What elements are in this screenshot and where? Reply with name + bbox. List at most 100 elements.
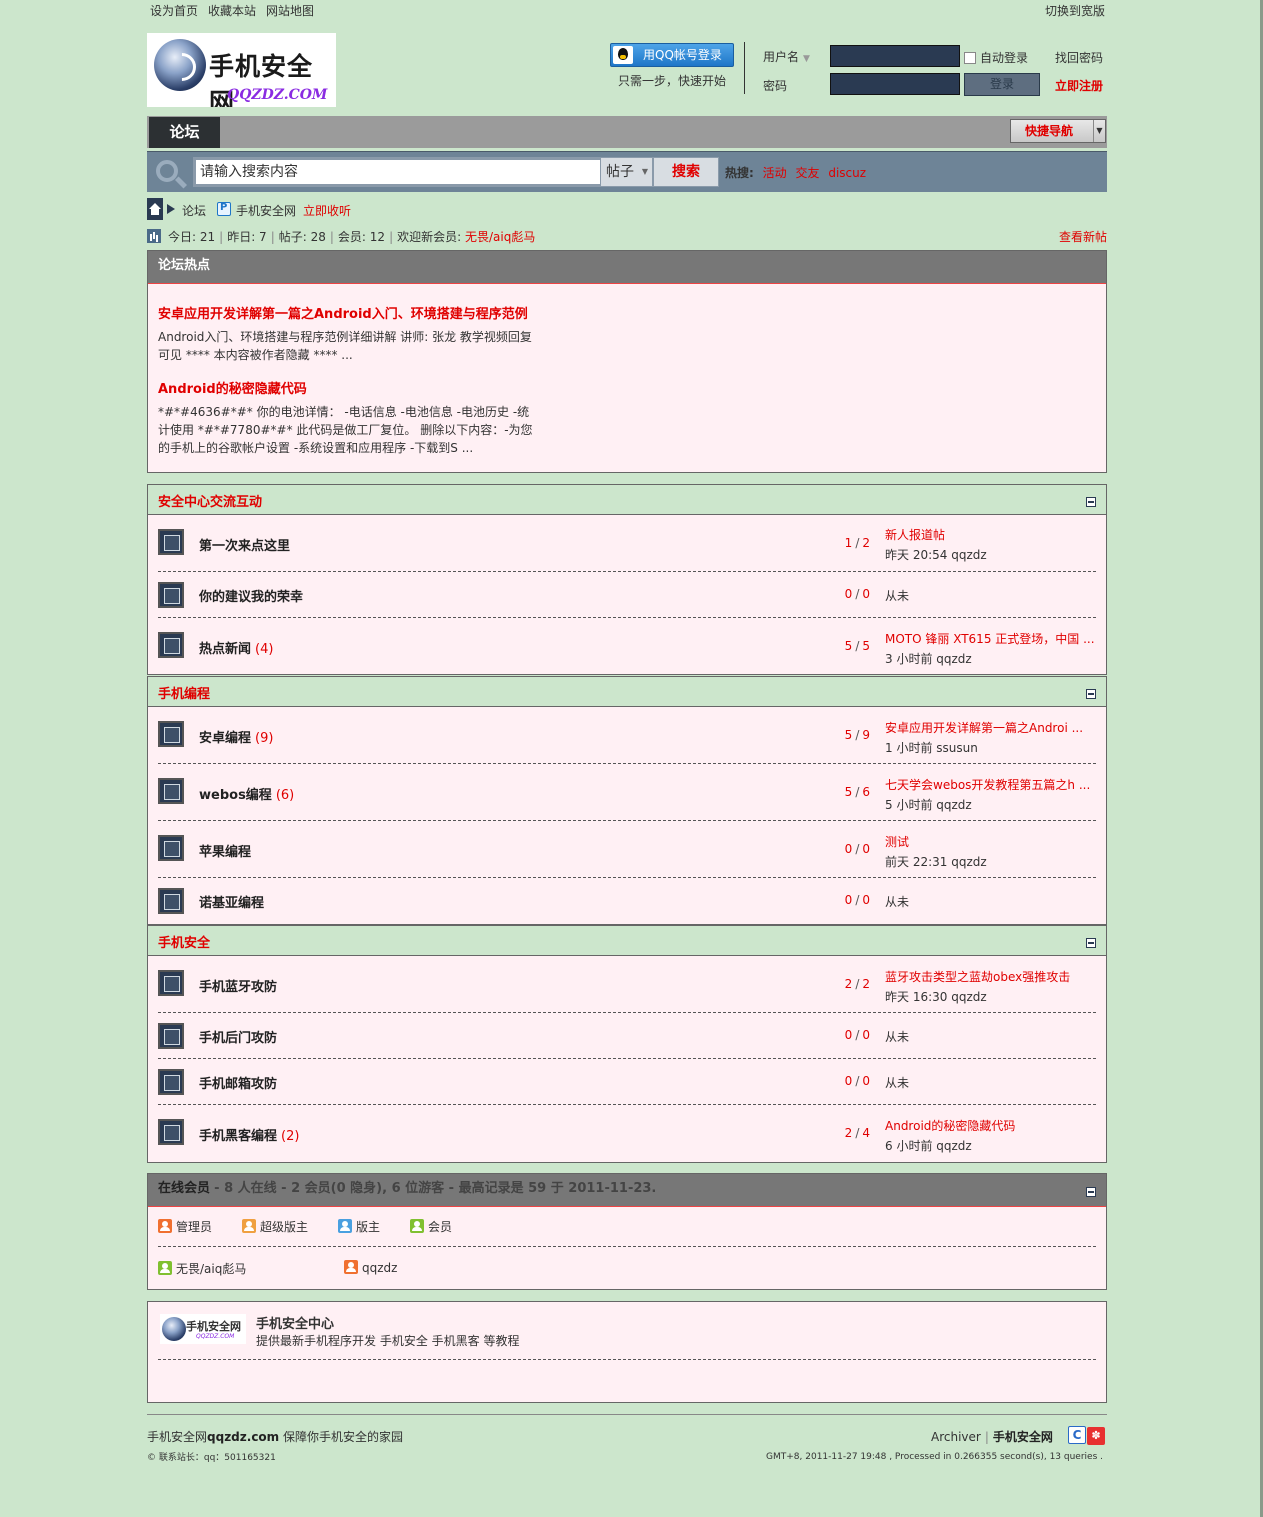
cnzz-icon[interactable] <box>1068 1426 1086 1444</box>
set-homepage-link[interactable]: 设为首页 <box>150 4 198 18</box>
hot-topic-item: Android的秘密隐藏代码 *#*#4636#*#* 你的电池详情： -电话信… <box>158 378 538 457</box>
forum-name[interactable]: 手机邮箱攻防 <box>199 1073 281 1092</box>
forum-name[interactable]: 手机后门攻防 <box>199 1027 281 1046</box>
collapse-icon[interactable] <box>1086 689 1096 699</box>
breadcrumb-forum[interactable]: 论坛 <box>182 202 206 219</box>
forum-icon[interactable] <box>158 778 184 804</box>
collapse-icon[interactable] <box>1086 497 1096 507</box>
forum-row: 手机蓝牙攻防 2/2 蓝牙攻击类型之蓝劫obex强推攻击 昨天 16:30 qqz… <box>158 956 1096 1013</box>
auto-login-checkbox[interactable]: 自动登录 <box>964 49 1028 66</box>
auto-login-label: 自动登录 <box>980 51 1029 65</box>
section-title[interactable]: 安全中心交流互动 <box>158 491 262 510</box>
baidu-paw-icon[interactable] <box>1087 1427 1105 1445</box>
search-type-select[interactable]: 帖子 ▼ <box>600 157 653 187</box>
last-post-meta: 从未 <box>885 589 910 603</box>
forum-icon[interactable] <box>158 721 184 747</box>
find-password-link[interactable]: 找回密码 <box>1055 49 1103 66</box>
forum-section: 安全中心交流互动 第一次来点这里 1/2 新人报道帖 昨天 20:54 qqzdz… <box>147 484 1107 675</box>
forum-name[interactable]: 苹果编程 <box>199 841 255 860</box>
forum-name[interactable]: 手机黑客编程 (2) <box>199 1125 299 1144</box>
tab-forum[interactable]: 论坛 <box>149 117 220 148</box>
search-icon <box>156 160 178 182</box>
forum-icon[interactable] <box>158 835 184 861</box>
collapse-icon[interactable] <box>1086 938 1096 948</box>
online-user[interactable]: qqzdz <box>344 1260 397 1275</box>
forum-icon[interactable] <box>158 1119 184 1145</box>
forum-name[interactable]: 热点新闻 (4) <box>199 638 273 657</box>
last-post-title[interactable]: 测试 <box>885 833 1097 850</box>
footer-site-link[interactable]: 手机安全网 <box>993 1430 1053 1444</box>
hot-search-link[interactable]: 交友 <box>795 166 819 180</box>
hot-topic-title[interactable]: 安卓应用开发详解第一篇之Android入门、环境搭建与程序范例 <box>158 303 538 322</box>
expand-icon[interactable] <box>1086 1187 1096 1197</box>
qq-login-label: 用QQ帐号登录 <box>643 48 722 62</box>
online-title[interactable]: 在线会员 <box>158 1181 210 1196</box>
forum-name[interactable]: webos编程 (6) <box>199 784 294 803</box>
password-input[interactable] <box>830 73 960 95</box>
logo-ball-icon <box>154 39 206 91</box>
username-input[interactable] <box>830 45 960 67</box>
register-link[interactable]: 立即注册 <box>1055 77 1103 94</box>
login-button[interactable]: 登录 <box>964 73 1040 96</box>
subscribe-link[interactable]: 立即收听 <box>303 202 351 219</box>
last-post-title[interactable]: 安卓应用开发详解第一篇之Androi ... <box>885 719 1097 736</box>
last-post-title[interactable]: MOTO 锋丽 XT615 正式登场，中国 ... <box>885 630 1097 647</box>
footer-divider <box>147 1414 1107 1415</box>
forum-icon[interactable] <box>158 529 184 555</box>
last-post-title[interactable]: Android的秘密隐藏代码 <box>885 1117 1097 1134</box>
forum-icon[interactable] <box>158 632 184 658</box>
last-post-title[interactable]: 七天学会webos开发教程第五篇之h ... <box>885 776 1097 793</box>
forum-row: 手机后门攻防 0/0 从未 <box>158 1013 1096 1059</box>
footer-domain-link[interactable]: qqzdz.com <box>207 1430 279 1444</box>
quick-nav-button[interactable]: 快捷导航 ▼ <box>1010 119 1106 143</box>
forum-row: webos编程 (6) 5/6 七天学会webos开发教程第五篇之h ... 5 小… <box>158 764 1096 821</box>
breadcrumb-site[interactable]: 手机安全网 <box>236 202 296 219</box>
section-title[interactable]: 手机编程 <box>158 683 210 702</box>
forum-row: 苹果编程 0/0 测试 前天 22:31 qqzdz <box>158 821 1096 878</box>
forum-name[interactable]: 安卓编程 (9) <box>199 727 273 746</box>
forum-name[interactable]: 第一次来点这里 <box>199 535 294 554</box>
last-post: 安卓应用开发详解第一篇之Androi ... 1 小时前 ssusun <box>885 719 1097 756</box>
last-post-title[interactable]: 新人报道帖 <box>885 526 1097 543</box>
bookmark-link[interactable]: 收藏本站 <box>208 4 256 18</box>
forum-icon[interactable] <box>158 970 184 996</box>
new-member-link[interactable]: 无畏/aiq彪马 <box>465 230 535 244</box>
sitemap-link[interactable]: 网站地图 <box>266 4 314 18</box>
forum-name[interactable]: 你的建议我的荣幸 <box>199 586 307 605</box>
qq-login-button[interactable]: 用QQ帐号登录 <box>610 43 734 67</box>
online-user[interactable]: 无畏/aiq彪马 <box>158 1260 246 1277</box>
checkbox-icon[interactable] <box>964 52 976 64</box>
forum-icon[interactable] <box>158 888 184 914</box>
forum-section: 手机安全 手机蓝牙攻防 2/2 蓝牙攻击类型之蓝劫obex强推攻击 昨天 16:3… <box>147 925 1107 1163</box>
site-logo[interactable]: 手机安全网 QQZDZ.COM <box>147 33 336 107</box>
forum-row: 热点新闻 (4) 5/5 MOTO 锋丽 XT615 正式登场，中国 ... 3 小… <box>158 618 1096 674</box>
hot-search-link[interactable]: discuz <box>828 166 866 180</box>
username-type-select[interactable]: 用户名 ▼ <box>763 48 810 65</box>
hot-topic-title[interactable]: Android的秘密隐藏代码 <box>158 378 538 397</box>
forum-icon[interactable] <box>158 1023 184 1049</box>
divider <box>158 1359 1096 1360</box>
legend-super-mod: 超级版主 <box>242 1218 308 1235</box>
hot-search-link[interactable]: 活动 <box>763 166 787 180</box>
last-post: 从未 <box>885 1028 1097 1045</box>
search-type-value: 帖子 <box>606 164 634 180</box>
forum-icon[interactable] <box>158 582 184 608</box>
last-post-meta: 5 小时前 qqzdz <box>885 798 972 812</box>
section-header: 手机编程 <box>148 676 1106 707</box>
site-info-title[interactable]: 手机安全中心 <box>256 1313 334 1332</box>
section-title[interactable]: 手机安全 <box>158 932 210 951</box>
view-new-posts-link[interactable]: 查看新帖 <box>1059 228 1107 245</box>
search-button[interactable]: 搜索 <box>653 157 719 187</box>
last-post-meta: 昨天 20:54 qqzdz <box>885 548 987 562</box>
archiver-link[interactable]: Archiver <box>931 1430 981 1444</box>
member-icon <box>410 1219 424 1233</box>
switch-wide-link[interactable]: 切换到宽版 <box>1045 2 1105 19</box>
home-icon[interactable] <box>147 198 163 220</box>
last-post-title[interactable]: 蓝牙攻击类型之蓝劫obex强推攻击 <box>885 968 1097 985</box>
search-bar: 请输入搜索内容 帖子 ▼ 搜索 热搜: 活动 交友 discuz <box>147 151 1107 192</box>
footer-logo[interactable]: 手机安全网 QQZDZ.COM <box>160 1314 246 1344</box>
forum-name[interactable]: 手机蓝牙攻防 <box>199 976 281 995</box>
forum-icon[interactable] <box>158 1069 184 1095</box>
forum-name[interactable]: 诺基亚编程 <box>199 892 268 911</box>
forum-row: 安卓编程 (9) 5/9 安卓应用开发详解第一篇之Androi ... 1 小时前 … <box>158 707 1096 764</box>
